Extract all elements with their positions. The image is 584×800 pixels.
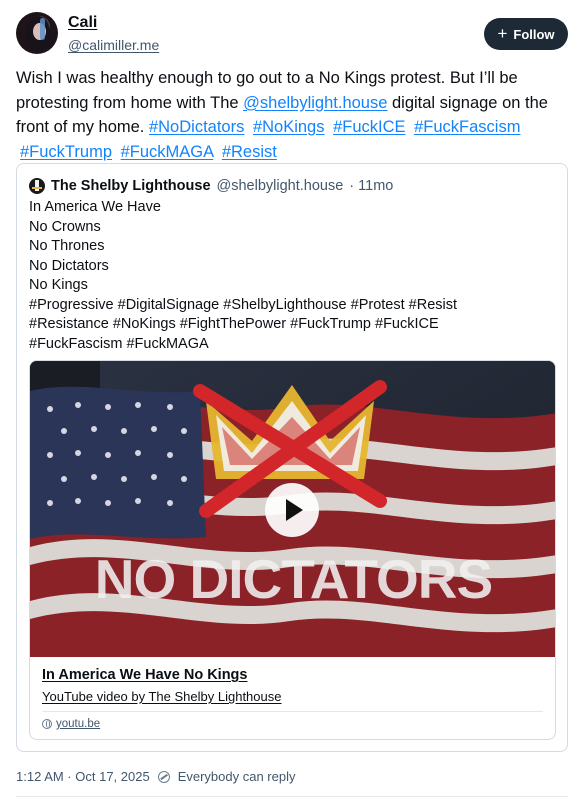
quoted-line: #FuckFascism #FuckMAGA <box>29 335 209 352</box>
post-timestamp[interactable]: 1:12 AM · Oct 17, 2025 <box>16 769 150 784</box>
reply-setting-label: Everybody can reply <box>177 769 296 784</box>
globe-icon <box>42 719 52 729</box>
quoted-line: #Resistance #NoKings #FightThePower #Fuc… <box>29 316 439 332</box>
lighthouse-avatar-icon <box>29 178 45 194</box>
hashtag-link[interactable]: #Resist <box>222 143 277 161</box>
post-header: Cali @calimiller.me + Follow <box>16 12 568 56</box>
thumbnail-caption: NO DICTATORS <box>94 548 493 610</box>
quoted-author-name[interactable]: The Shelby Lighthouse <box>51 178 211 194</box>
embed-domain: youtu.be <box>42 718 100 730</box>
plus-icon: + <box>497 23 508 43</box>
hashtag-link[interactable]: #FuckICE <box>333 118 405 136</box>
reply-settings-icon <box>157 770 170 783</box>
play-icon <box>286 499 303 521</box>
play-button[interactable] <box>265 483 319 537</box>
hashtag-link[interactable]: #NoKings <box>253 118 325 136</box>
quoted-line: #Progressive #DigitalSignage #ShelbyLigh… <box>29 296 458 313</box>
quoted-post[interactable]: The Shelby Lighthouse @shelbylight.house… <box>16 163 568 752</box>
hashtag-link[interactable]: #FuckMAGA <box>121 143 214 161</box>
follow-button[interactable]: + Follow <box>484 18 568 50</box>
post-footer: 1:12 AM · Oct 17, 2025 Everybody can rep… <box>16 769 295 784</box>
quoted-author-handle: @shelbylight.house <box>216 178 344 194</box>
post-text: Wish I was healthy enough to go out to a… <box>16 66 568 164</box>
mention-link[interactable]: @shelbylight.house <box>243 94 387 112</box>
author-display-name[interactable]: Cali <box>68 14 97 32</box>
quoted-line: No Thrones <box>29 238 105 254</box>
quoted-line: No Kings <box>29 277 88 293</box>
follow-label: Follow <box>513 26 555 42</box>
quoted-post-text: In America We Have No Crowns No Thrones … <box>29 198 559 354</box>
quoted-line: No Crowns <box>29 218 101 235</box>
author-handle[interactable]: @calimiller.me <box>68 37 159 53</box>
link-embed-card[interactable]: NO DICTATORS In America We Have No Kings… <box>29 360 556 740</box>
quoted-post-header: The Shelby Lighthouse @shelbylight.house… <box>29 176 393 196</box>
embed-domain-text: youtu.be <box>56 718 101 730</box>
quoted-line: No Dictators <box>29 257 109 274</box>
quoted-post-age: · 11mo <box>349 178 394 194</box>
hashtag-link[interactable]: #FuckFascism <box>414 118 520 136</box>
hashtag-link[interactable]: #NoDictators <box>149 118 244 136</box>
hashtag-link[interactable]: #FuckTrump <box>20 143 112 161</box>
avatar-hair-streak <box>40 18 45 40</box>
bottom-divider <box>16 796 568 797</box>
embed-divider <box>42 711 543 712</box>
author-avatar[interactable] <box>16 12 58 54</box>
video-thumbnail[interactable]: NO DICTATORS <box>30 361 555 657</box>
quoted-line: In America We Have <box>29 199 161 215</box>
embed-title[interactable]: In America We Have No Kings <box>42 667 247 683</box>
embed-description: YouTube video by The Shelby Lighthouse <box>42 689 282 704</box>
